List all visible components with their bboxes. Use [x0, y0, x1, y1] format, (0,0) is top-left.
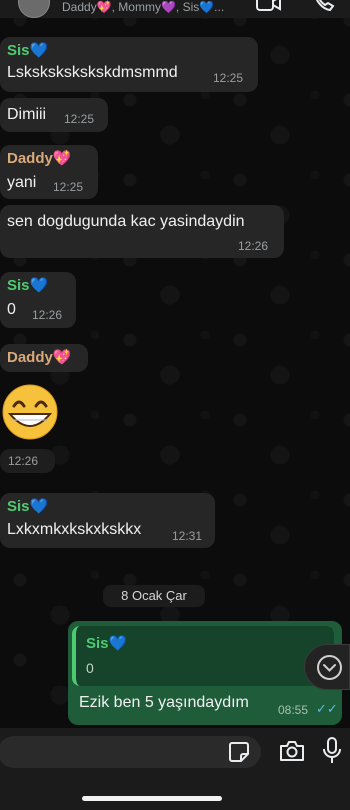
message-text: yani	[7, 174, 37, 191]
sticker-icon[interactable]	[228, 741, 250, 763]
message-text: 0	[7, 301, 16, 318]
sender-name[interactable]: Sis💙	[7, 497, 48, 515]
message-text: Dimiii	[7, 106, 47, 123]
quoted-text: 0	[86, 660, 94, 676]
emoji-time-chip: 12:26	[0, 449, 55, 473]
message-time: 08:55	[278, 703, 309, 717]
message-text: Lskskskskskskdmsmmd	[7, 64, 178, 81]
quoted-sender-name: Sis💙	[86, 635, 128, 652]
phone-icon[interactable]	[312, 0, 336, 14]
message-bubble[interactable]: Daddy💖 yani 12:25	[0, 145, 98, 199]
message-time: 12:25	[64, 112, 95, 126]
date-separator: 8 Ocak Çar	[103, 585, 205, 607]
message-time: 12:26	[8, 454, 39, 468]
group-avatar[interactable]	[18, 0, 50, 18]
message-time: 12:25	[53, 180, 84, 194]
message-bubble[interactable]: Sis💙 Lskskskskskskdmsmmd 12:25	[0, 37, 258, 92]
message-time: 12:26	[32, 308, 63, 322]
sender-name[interactable]: Sis💙	[7, 276, 48, 294]
chevron-down-icon	[317, 655, 342, 680]
message-input[interactable]	[0, 736, 261, 768]
quoted-reply[interactable]: Sis💙 0	[72, 626, 334, 686]
message-bubble[interactable]: Daddy💖	[0, 344, 88, 372]
sender-name[interactable]: Daddy💖	[7, 149, 72, 167]
camera-icon[interactable]	[279, 740, 305, 762]
video-camera-icon[interactable]	[256, 0, 282, 14]
message-time: 12:25	[213, 71, 244, 85]
message-bubble[interactable]: Sis💙 0 12:26	[0, 272, 76, 328]
group-members-subtitle[interactable]: Daddy💖, Mommy💜, Sis💙...	[62, 0, 224, 14]
message-time: 12:26	[238, 239, 269, 253]
message-time: 12:31	[172, 529, 203, 543]
chat-header[interactable]: Daddy💖, Mommy💜, Sis💙...	[0, 0, 350, 18]
message-text: Lxkxmkxkskxkskkx	[7, 521, 142, 538]
home-indicator[interactable]	[82, 796, 222, 801]
read-receipt-icon: ✓✓	[316, 701, 338, 716]
scroll-to-bottom-button[interactable]	[304, 644, 350, 690]
sender-name[interactable]: Daddy💖	[7, 348, 72, 366]
message-bubble[interactable]: Dimiii 12:25	[0, 98, 108, 132]
message-bubble[interactable]: sen dogdugunda kac yasindaydin 12:26	[0, 205, 284, 258]
message-text: sen dogdugunda kac yasindaydin	[7, 213, 245, 230]
sender-name[interactable]: Sis💙	[7, 41, 48, 59]
message-text: Ezik ben 5 yaşındaydım	[79, 694, 249, 711]
grinning-emoji-icon[interactable]	[0, 384, 62, 440]
message-bubble[interactable]: Sis💙 Lxkxmkxkskxkskkx 12:31	[0, 493, 215, 548]
microphone-icon[interactable]	[323, 737, 341, 765]
